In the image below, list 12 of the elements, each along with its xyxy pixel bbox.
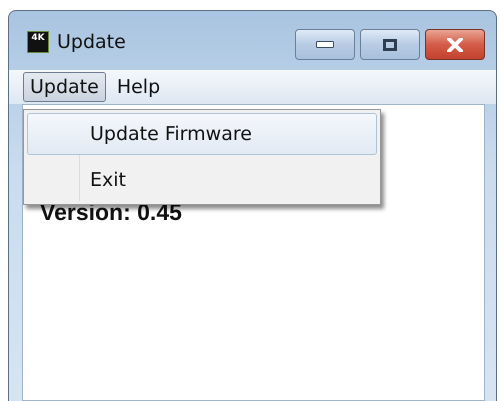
dropdown-item[interactable]: Update Firmware: [27, 113, 377, 155]
maximize-icon: [383, 38, 397, 50]
window-title: Update: [57, 30, 127, 52]
app-icon: 4K: [27, 30, 49, 52]
menu-item[interactable]: Update: [23, 72, 106, 102]
minimize-button[interactable]: [295, 29, 355, 60]
close-icon: [447, 38, 463, 52]
close-button[interactable]: [425, 29, 485, 60]
dropdown-item[interactable]: Exit: [27, 159, 377, 201]
minimize-icon: [316, 41, 334, 48]
menu-item[interactable]: Help: [110, 72, 168, 102]
maximize-button[interactable]: [360, 29, 420, 60]
